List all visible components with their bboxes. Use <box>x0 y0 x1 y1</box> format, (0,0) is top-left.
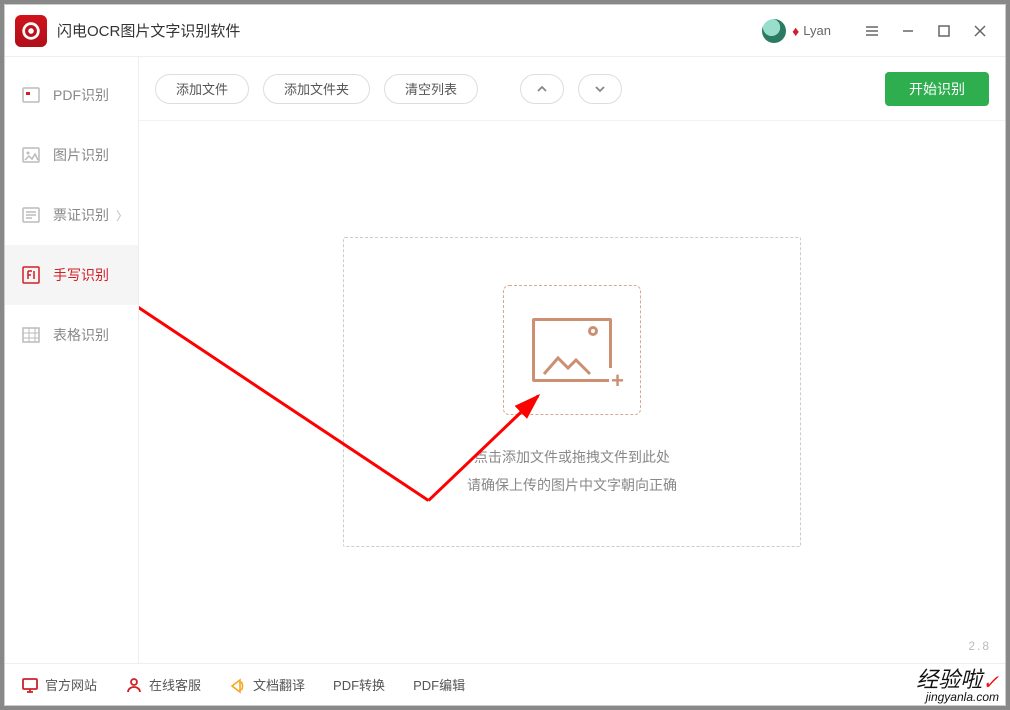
main: 添加文件 添加文件夹 清空列表 开始识别 + <box>139 57 1005 663</box>
footer-label: 文档翻译 <box>253 675 305 694</box>
footer-translate[interactable]: 文档翻译 <box>229 675 305 694</box>
maximize-button[interactable] <box>933 20 955 42</box>
footer-customer-service[interactable]: 在线客服 <box>125 675 201 694</box>
footer-pdf-edit[interactable]: PDF编辑 <box>413 675 465 694</box>
content-area: + 点击添加文件或拖拽文件到此处 请确保上传的图片中文字朝向正确 2.8 <box>139 121 1005 663</box>
sidebar-item-handwriting[interactable]: 手写识别 <box>5 245 138 305</box>
sidebar: PDF识别 图片识别 票证识别 〉 手写识别 表格识别 <box>5 57 139 663</box>
drop-hint-2: 请确保上传的图片中文字朝向正确 <box>467 471 677 499</box>
sidebar-item-label: 表格识别 <box>53 325 109 345</box>
sidebar-item-image[interactable]: 图片识别 <box>5 125 138 185</box>
image-icon <box>21 145 41 165</box>
move-down-button[interactable] <box>578 74 622 104</box>
move-up-button[interactable] <box>520 74 564 104</box>
footer-official-site[interactable]: 官方网站 <box>21 675 97 694</box>
drop-hint-1: 点击添加文件或拖拽文件到此处 <box>474 443 670 471</box>
chevron-right-icon: 〉 <box>116 207 128 224</box>
vip-icon: ♦ <box>792 23 799 39</box>
app-window: 闪电OCR图片文字识别软件 ♦ Lyan PDF识别 图片识别 票证识别 〉 <box>4 4 1006 706</box>
pdf-icon <box>21 85 41 105</box>
footer-label: 在线客服 <box>149 675 201 694</box>
footer-label: PDF转换 <box>333 675 385 694</box>
ticket-icon <box>21 205 41 225</box>
sidebar-item-ticket[interactable]: 票证识别 〉 <box>5 185 138 245</box>
titlebar: 闪电OCR图片文字识别软件 ♦ Lyan <box>5 5 1005 57</box>
close-button[interactable] <box>969 20 991 42</box>
body: PDF识别 图片识别 票证识别 〉 手写识别 表格识别 添加文件 <box>5 57 1005 663</box>
add-image-icon: + <box>532 318 612 382</box>
window-controls <box>861 20 991 42</box>
horn-icon <box>229 676 247 694</box>
footer-label: PDF编辑 <box>413 675 465 694</box>
monitor-icon <box>21 676 39 694</box>
drop-zone-icon-frame: + <box>503 285 641 415</box>
clear-list-button[interactable]: 清空列表 <box>384 74 478 104</box>
sidebar-item-label: 票证识别 <box>53 205 109 225</box>
version-text: 2.8 <box>968 639 991 653</box>
table-icon <box>21 325 41 345</box>
sidebar-item-label: 手写识别 <box>53 265 109 285</box>
start-recognition-button[interactable]: 开始识别 <box>885 72 989 106</box>
minimize-button[interactable] <box>897 20 919 42</box>
sidebar-item-pdf[interactable]: PDF识别 <box>5 65 138 125</box>
sidebar-item-table[interactable]: 表格识别 <box>5 305 138 365</box>
sidebar-item-label: PDF识别 <box>53 85 109 105</box>
username[interactable]: Lyan <box>803 23 831 38</box>
app-title: 闪电OCR图片文字识别软件 <box>57 20 240 41</box>
toolbar: 添加文件 添加文件夹 清空列表 开始识别 <box>139 57 1005 121</box>
sidebar-item-label: 图片识别 <box>53 145 109 165</box>
footer-label: 官方网站 <box>45 675 97 694</box>
footer-pdf-convert[interactable]: PDF转换 <box>333 675 385 694</box>
add-folder-button[interactable]: 添加文件夹 <box>263 74 370 104</box>
app-logo <box>15 15 47 47</box>
add-file-button[interactable]: 添加文件 <box>155 74 249 104</box>
drop-zone[interactable]: + 点击添加文件或拖拽文件到此处 请确保上传的图片中文字朝向正确 <box>343 237 801 547</box>
footer: 官方网站 在线客服 文档翻译 PDF转换 PDF编辑 <box>5 663 1005 705</box>
menu-button[interactable] <box>861 20 883 42</box>
avatar[interactable] <box>762 19 786 43</box>
person-icon <box>125 676 143 694</box>
handwriting-icon <box>21 265 41 285</box>
